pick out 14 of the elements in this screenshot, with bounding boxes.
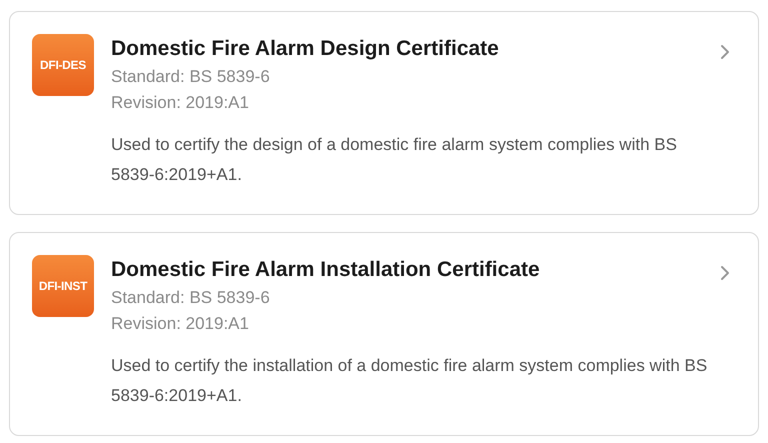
- certificate-card[interactable]: DFI-INST Domestic Fire Alarm Installation Certificate Standard: BS 5839-6 Revision: 2019:A1 Used to certify the installation of a domestic fire alarm system complies with BS 5839-6:2019+A1.: [9, 232, 759, 436]
- certificate-badge: DFI-INST: [32, 255, 94, 317]
- certificate-title: Domestic Fire Alarm Design Certificate: [111, 36, 500, 62]
- certificate-description: Used to certify the installation of a domestic fire alarm system complies with BS 5839-6:2019+A1.: [111, 355, 708, 407]
- revision-label: Revision: 2019:A1: [111, 92, 250, 114]
- certificate-badge: DFI-DES: [32, 34, 94, 96]
- standard-label: Standard: BS 5839-6: [111, 66, 271, 88]
- certificate-title: Domestic Fire Alarm Installation Certificate: [111, 257, 541, 283]
- revision-label: Revision: 2019:A1: [111, 313, 250, 335]
- certificate-card[interactable]: DFI-DES Domestic Fire Alarm Design Certificate Standard: BS 5839-6 Revision: 2019:A1 Used to certify the design of a domestic fire alarm system complies with BS 5839-6:2019+A1.: [9, 11, 759, 215]
- chevron-right-icon: [720, 44, 730, 60]
- certificate-description: Used to certify the design of a domestic fire alarm system complies with BS 5839-6:2019+A1.: [111, 134, 678, 186]
- standard-label: Standard: BS 5839-6: [111, 287, 271, 309]
- chevron-right-icon: [720, 265, 730, 281]
